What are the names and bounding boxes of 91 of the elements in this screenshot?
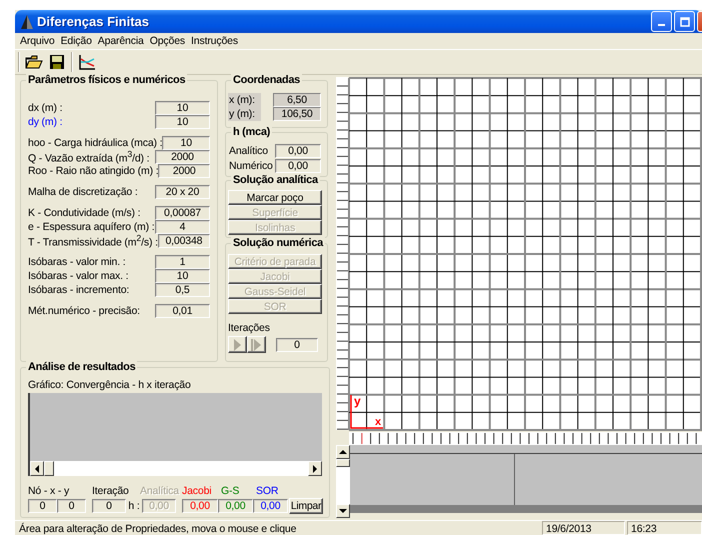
- scroll-down-button[interactable]: [336, 504, 350, 518]
- field-label: Iterações: [228, 322, 271, 334]
- status-message: Área para alteração de Propriedades, mova o mouse e clique: [18, 522, 298, 535]
- status-time: 16:23: [627, 521, 702, 535]
- chart-icon[interactable]: [78, 54, 96, 70]
- axis-label: x: [375, 416, 381, 428]
- value-field[interactable]: 10: [155, 101, 210, 115]
- field-label: Nó - x - y: [28, 485, 70, 497]
- value-field[interactable]: 1: [155, 255, 210, 269]
- value-field[interactable]: 10: [155, 269, 210, 283]
- group-title: Solução analítica: [233, 174, 318, 186]
- scroll-right-button[interactable]: [308, 461, 322, 476]
- menu-item[interactable]: Opções: [146, 35, 188, 47]
- left-arrow-icon: [34, 464, 40, 472]
- field-label: e - Espessura aquífero (m) :: [28, 221, 155, 233]
- folder-icon[interactable]: [25, 54, 43, 70]
- status-date: 19/6/2013: [542, 521, 625, 535]
- field-label: dx (m) :: [28, 102, 62, 114]
- field-label: K - Condutividade (m/s) :: [28, 207, 140, 219]
- scrollbar[interactable]: [28, 461, 322, 476]
- group-title: Parâmetros físicos e numéricos: [28, 74, 186, 86]
- value-field: 0: [276, 338, 318, 352]
- value-field[interactable]: 0,00348: [158, 234, 210, 248]
- action-button[interactable]: Marcar poço: [228, 190, 322, 205]
- method-label: SOR: [256, 485, 280, 497]
- minimize-icon: [658, 24, 665, 26]
- menu-item[interactable]: Instruções: [188, 35, 241, 47]
- value-field[interactable]: 2000: [158, 164, 210, 178]
- field-label: x (m):: [229, 93, 256, 107]
- value-field: 0: [28, 499, 57, 513]
- right-arrow-icon: [312, 464, 318, 472]
- value-field: 106,50: [273, 107, 321, 121]
- up-arrow-icon: [339, 450, 347, 454]
- field-label: T - Transmissividade (m$^{2}$/s) :: [28, 233, 158, 249]
- value-field: 0,00: [182, 499, 218, 513]
- group-title: Coordenadas: [233, 74, 300, 86]
- method-label: Jacobi: [182, 485, 212, 497]
- play-icon: [233, 338, 242, 350]
- value-field: 6,50: [273, 93, 321, 107]
- maximize-button[interactable]: [674, 11, 695, 32]
- value-field: 0,00: [142, 499, 176, 513]
- menu-item[interactable]: Arquivo: [17, 35, 58, 47]
- value-field[interactable]: 0,5: [155, 283, 210, 297]
- clear-button[interactable]: Limpar: [289, 498, 323, 514]
- scroll-up-button[interactable]: [336, 445, 350, 459]
- value-field[interactable]: 10: [162, 136, 210, 150]
- value-field[interactable]: 0,00087: [155, 206, 210, 220]
- field-label: Malha de discretização :: [28, 186, 138, 198]
- group-title: h (mca): [233, 126, 270, 138]
- field-label: Iteração: [92, 485, 130, 497]
- field-label: Numérico: [229, 160, 273, 172]
- value-field: 0: [57, 499, 86, 513]
- value-field: 0,00: [218, 499, 253, 513]
- field-label: h :: [127, 500, 141, 512]
- scroll-left-button[interactable]: [30, 461, 44, 476]
- scroll-thumb[interactable]: [44, 461, 54, 476]
- field-label: dy (m) :: [28, 116, 62, 128]
- value-field[interactable]: 10: [155, 115, 210, 129]
- value-field: 0,00: [275, 158, 321, 172]
- field-label: Q - Vazão extraída (m$^{3}$/d) :: [28, 149, 150, 165]
- window-title: Diferenças Finitas: [37, 14, 149, 29]
- group-title: Análise de resultados: [28, 361, 136, 373]
- field-label: Isóbaras - valor min. :: [28, 256, 126, 268]
- value-field[interactable]: 20 x 20: [155, 185, 210, 199]
- field-label: Isóbaras - valor max. :: [28, 270, 128, 282]
- triangle-icon: [20, 14, 34, 30]
- group-title: Solução numérica: [233, 237, 323, 249]
- method-label: G-S: [221, 485, 240, 497]
- value-field[interactable]: 4: [155, 220, 210, 234]
- vertical-scrollbar[interactable]: [336, 445, 350, 518]
- minimize-button[interactable]: [651, 11, 672, 32]
- field-label: Mét.numérico - precisão:: [28, 305, 140, 317]
- value-field: 0,00: [253, 499, 288, 513]
- field-label: hoo - Carga hidráulica (mca) :: [28, 137, 162, 149]
- chart-caption: Gráfico: Convergência - h x iteração: [28, 378, 192, 392]
- axis-lines: [350, 395, 383, 429]
- maximize-icon: [680, 16, 690, 26]
- value-field[interactable]: 0,01: [155, 304, 210, 318]
- field-label: y (m):: [229, 107, 256, 121]
- field-label: Isóbaras - incremento:: [28, 284, 130, 296]
- scroll-thumb[interactable]: [336, 459, 350, 467]
- value-field: 0,00: [275, 144, 321, 158]
- field-label: Analítico: [229, 144, 268, 156]
- value-field[interactable]: 2000: [155, 150, 210, 164]
- down-arrow-icon: [339, 508, 347, 514]
- menu-item[interactable]: Edição: [58, 35, 95, 47]
- axis-label: y: [354, 394, 361, 408]
- menu-item[interactable]: Aparência: [94, 35, 147, 47]
- field-label: Roo - Raio não atingido (m) :: [28, 165, 158, 177]
- step-icon: [251, 338, 262, 350]
- value-field: 0: [92, 499, 126, 513]
